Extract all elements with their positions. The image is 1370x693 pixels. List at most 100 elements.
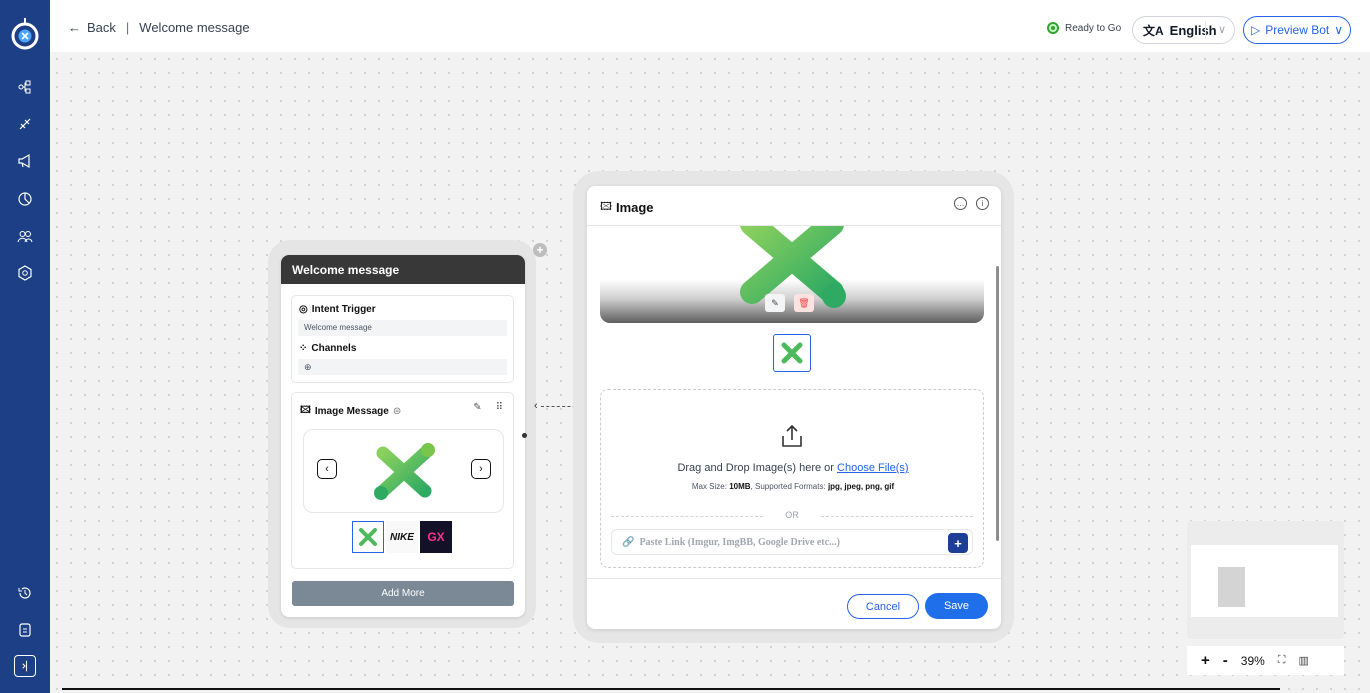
image-icon: 🖾: [300, 405, 311, 416]
node-title: Welcome message: [281, 255, 525, 284]
chevron-down-icon: ∨: [1334, 23, 1344, 37]
page-title: Welcome message: [139, 20, 250, 35]
integration-icon[interactable]: [11, 110, 39, 138]
status-indicator: Ready to Go: [1047, 22, 1121, 34]
minimap[interactable]: [1187, 521, 1344, 639]
flow-icon[interactable]: [11, 73, 39, 101]
or-divider: OR: [611, 510, 973, 520]
drop-instruction: Drag and Drop Image(s) here or: [677, 462, 834, 474]
thumbnail-list: NIKE GX: [352, 521, 452, 553]
image-dropzone[interactable]: Drag and Drop Image(s) here or Choose Fi…: [600, 389, 984, 568]
image-carousel: ‹ ›: [303, 429, 504, 513]
panel-title: 🖾 Image: [600, 198, 654, 217]
minimap-node: [1218, 567, 1245, 607]
add-link-button[interactable]: +: [948, 533, 968, 553]
preview-label: Preview Bot: [1265, 23, 1330, 37]
zoom-in-button[interactable]: +: [1201, 652, 1210, 669]
thumbnail-nike[interactable]: NIKE: [386, 521, 418, 553]
divider: |: [125, 20, 130, 35]
thumbnail-nike-text: NIKE: [390, 531, 414, 543]
broadcast-icon[interactable]: [11, 147, 39, 175]
selected-image-thumbnail[interactable]: [773, 334, 811, 372]
panel-footer: Cancel Save: [587, 578, 1001, 629]
zoom-out-button[interactable]: -: [1223, 652, 1228, 669]
thumbnail-gx[interactable]: GX: [420, 521, 452, 553]
map-icon[interactable]: ▥: [1299, 654, 1309, 667]
translate-icon: 文A: [1143, 23, 1164, 38]
fit-view-icon[interactable]: ⛶: [1278, 654, 1286, 667]
image-icon: 🖾: [600, 201, 612, 213]
top-header: ← Back | Welcome message Ready to Go 文A …: [50, 0, 1370, 52]
thumbnail-x-logo[interactable]: [352, 521, 384, 553]
back-label: Back: [87, 20, 116, 35]
drag-handle-icon[interactable]: ⠿: [496, 402, 503, 413]
delete-image-button[interactable]: 🗑: [794, 294, 814, 312]
chat-bubble-icon[interactable]: …: [954, 197, 967, 210]
document-icon[interactable]: [11, 616, 39, 644]
paste-link-input[interactable]: 🔗 Paste Link (Imgur, ImgBB, Google Drive…: [611, 529, 973, 555]
channels-label: ⁘ Channels: [299, 343, 356, 354]
channels-value: ⊕: [298, 359, 507, 375]
settings-icon[interactable]: [11, 259, 39, 287]
minimap-viewport: [1191, 545, 1338, 617]
image-message-section[interactable]: 🖾 Image Message ⊜ ✎ ⠿ ‹ › NIKE GX: [291, 392, 514, 569]
preview-bot-button[interactable]: ▷ Preview Bot ∨: [1243, 16, 1351, 44]
x-logo-image: [374, 443, 435, 500]
formats-prefix: , Supported Formats:: [750, 482, 826, 491]
paste-link-placeholder: Paste Link (Imgur, ImgBB, Google Drive e…: [639, 536, 840, 548]
history-icon[interactable]: [11, 579, 39, 607]
panel-title-text: Image: [615, 200, 654, 215]
choose-files-link[interactable]: Choose File(s): [837, 462, 909, 474]
users-icon[interactable]: [11, 222, 39, 250]
thumbnail-gx-text: GX: [427, 530, 445, 544]
connector-arrow-icon: ‹: [534, 400, 538, 412]
message-actions: ✎ ⠿: [473, 402, 503, 413]
image-preview: ✎ 🗑: [600, 226, 984, 323]
language-select[interactable]: 文A English ∨: [1132, 16, 1235, 44]
sidebar: [0, 0, 50, 693]
globe-icon: ⊕: [304, 362, 312, 372]
back-link[interactable]: ← Back | Welcome message: [68, 20, 250, 35]
image-message-text: Image Message: [314, 406, 389, 417]
analytics-icon[interactable]: [11, 185, 39, 213]
status-text: Ready to Go: [1065, 22, 1122, 34]
add-more-button[interactable]: Add More: [292, 581, 514, 606]
upload-icon: [782, 424, 802, 447]
edit-icon[interactable]: ✎: [473, 402, 481, 413]
arrow-left-icon: ←: [68, 20, 81, 35]
intent-section: ◎ Intent Trigger Welcome message ⁘ Chann…: [291, 295, 514, 383]
channels-text: Channels: [311, 343, 357, 354]
intent-value: Welcome message: [298, 320, 507, 336]
zoom-level: 39%: [1240, 653, 1265, 668]
prev-arrow-button[interactable]: ‹: [317, 459, 337, 479]
next-arrow-button[interactable]: ›: [471, 459, 491, 479]
panel-header: 🖾 Image … i: [587, 186, 1001, 226]
cancel-button[interactable]: Cancel: [847, 594, 919, 619]
collapse-icon[interactable]: [14, 655, 36, 677]
connector-dot[interactable]: [522, 433, 527, 438]
channels-icon: ⁘: [299, 343, 308, 354]
intent-trigger-text: Intent Trigger: [311, 304, 376, 315]
chat-bubble-icon: ⊜: [392, 406, 402, 417]
link-icon: 🔗: [622, 536, 635, 548]
welcome-message-node[interactable]: Welcome message ◎ Intent Trigger Welcome…: [281, 255, 525, 617]
file-requirements: Max Size: 10MB, Supported Formats: jpg, …: [601, 482, 985, 491]
info-icon[interactable]: i: [976, 197, 989, 210]
play-icon: ▷: [1250, 23, 1261, 37]
edit-image-button[interactable]: ✎: [765, 294, 785, 312]
status-dot-icon: [1047, 22, 1059, 34]
max-size-prefix: Max Size:: [691, 482, 727, 491]
save-button[interactable]: Save: [925, 593, 988, 619]
dropzone-text: Drag and Drop Image(s) here or Choose Fi…: [601, 462, 985, 474]
max-size-value: 10MB: [729, 482, 751, 491]
divider: [1205, 21, 1206, 39]
panel-scrollbar[interactable]: [996, 266, 999, 541]
x-logo-image: [740, 226, 846, 308]
app-logo-icon[interactable]: [5, 14, 45, 54]
bottom-divider: [62, 688, 1280, 690]
panel-header-icons: … i: [954, 197, 989, 210]
add-node-icon[interactable]: +: [533, 243, 547, 257]
chevron-down-icon: ∨: [1217, 24, 1226, 36]
intent-trigger-label: ◎ Intent Trigger: [299, 304, 376, 315]
target-icon: ◎: [299, 304, 308, 315]
